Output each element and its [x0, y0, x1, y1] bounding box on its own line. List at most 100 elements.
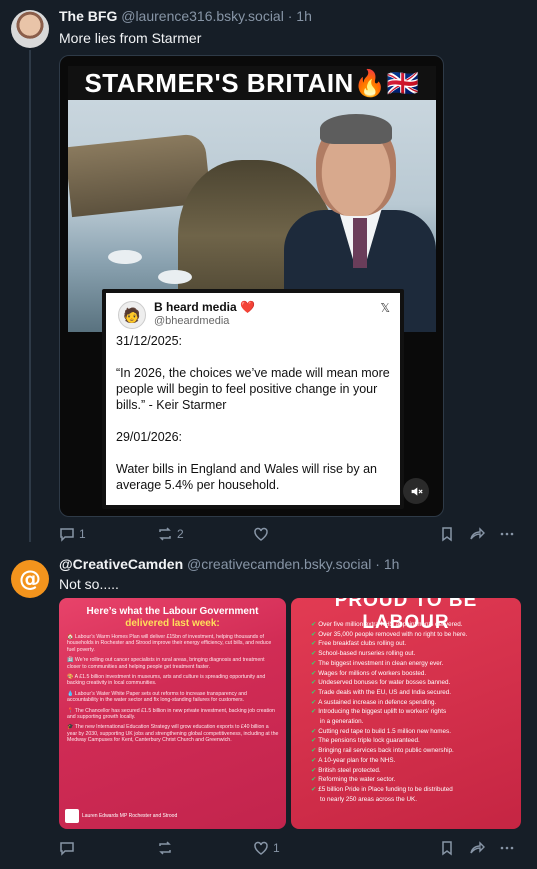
reply-button[interactable]: 1 [59, 526, 86, 542]
check-icon: ✔ [311, 776, 317, 784]
list-item: in a generation. [311, 717, 517, 727]
like-button[interactable] [253, 526, 273, 542]
x-logo-icon: 𝕏 [380, 301, 390, 315]
post-text: Not so..... [59, 576, 119, 592]
title-line-1: Here’s what the Labour Government [86, 606, 259, 617]
reply-icon [60, 842, 74, 856]
heart-icon [254, 527, 268, 541]
repost-count: 2 [177, 527, 184, 541]
separator-dot: · [375, 556, 380, 572]
quoted-tweet-card: 🧑 B heard media ❤️ @bheardmedia 𝕏 31/12/… [102, 289, 404, 509]
repost-icon [159, 841, 171, 855]
quote-text-1: “In 2026, the choices we’ve made will me… [116, 366, 390, 412]
list-item-text: Over 35,000 people removed with no right… [318, 630, 468, 638]
separator-dot: · [287, 8, 293, 24]
list-item: 📍 The Chancellor has secured £1.5 billio… [67, 707, 275, 721]
post-text: More lies from Starmer [59, 30, 202, 46]
list-item-text: School-based nurseries rolling out. [318, 650, 416, 658]
image-right-list: ✔ Over five million extra NHS appointment… [311, 620, 517, 804]
list-item: ✔ Wages for millions of workers boosted. [311, 669, 517, 679]
list-item-text: in a generation. [320, 718, 364, 726]
quote-text-2: Water bills in England and Wales will ri… [116, 462, 377, 492]
check-icon: ✔ [311, 698, 317, 706]
list-item-text: Cutting red tape to build 1.5 million ne… [318, 727, 451, 735]
person-tie [353, 218, 367, 268]
check-icon: ✔ [311, 708, 317, 716]
list-item: ✔ A sustained increase in defence spendin… [311, 698, 517, 708]
author-handle[interactable]: @laurence316.bsky.social [121, 8, 284, 24]
post-bfg: The BFG @laurence316.bsky.social · 1h Mo… [0, 0, 537, 545]
gull-shape [158, 270, 192, 284]
list-item: ✔ The pensions triple lock guaranteed. [311, 736, 517, 746]
quote-date-1: 31/12/2025: [116, 334, 183, 348]
author-name[interactable]: The BFG [59, 8, 117, 24]
share-button[interactable] [469, 526, 485, 542]
check-icon: ✔ [311, 727, 317, 735]
post-image[interactable]: STARMER'S BRITAIN🔥🇬🇧 🧑 B heard media ❤️ … [59, 55, 444, 517]
post-image-left[interactable]: Here’s what the Labour Government delive… [59, 598, 286, 829]
list-item-text: Free breakfast clubs rolling out. [318, 640, 407, 648]
check-icon: ✔ [311, 640, 317, 648]
list-item: 🏥 We’re rolling out cancer specialists i… [67, 657, 265, 670]
labour-rose-logo [65, 809, 79, 823]
list-item: 🎓 The new International Education Strate… [67, 724, 279, 744]
repost-button[interactable] [157, 840, 177, 856]
mute-button[interactable] [403, 478, 429, 504]
more-options-button[interactable] [499, 840, 515, 856]
check-icon: ✔ [311, 737, 317, 745]
author-name[interactable]: @CreativeCamden [59, 556, 183, 572]
list-item-text: British steel protected. [318, 766, 381, 774]
person-hair [320, 114, 392, 144]
quote-body: 31/12/2025: “In 2026, the choices we’ve … [116, 333, 398, 509]
quote-name: B heard media ❤️ [154, 300, 255, 314]
at-sign-icon: @ [19, 566, 41, 592]
list-item-text: Trade deals with the EU, US and India se… [318, 688, 452, 696]
avatar[interactable] [11, 10, 49, 48]
list-item: ✔ School-based nurseries rolling out. [311, 649, 517, 659]
post-time[interactable]: 1h [296, 8, 312, 24]
like-button[interactable]: 1 [253, 840, 280, 856]
list-item-text: Undeserved bonuses for water bosses bann… [318, 679, 451, 687]
heart-icon: ❤️ [240, 300, 255, 314]
list-item: ✔ Bringing rail services back into public… [311, 746, 517, 756]
list-item-text: to nearly 250 areas across the UK. [320, 795, 417, 803]
bookmark-button[interactable] [439, 840, 455, 856]
share-icon [470, 527, 485, 540]
heart-icon [254, 841, 268, 855]
list-item-text: A 10-year plan for the NHS. [318, 756, 396, 764]
reply-button[interactable] [59, 840, 79, 856]
post-time[interactable]: 1h [384, 556, 400, 572]
reply-count: 1 [79, 527, 86, 541]
list-item: ✔ Cutting red tape to build 1.5 million n… [311, 727, 517, 737]
list-item: ✔ Trade deals with the EU, US and India s… [311, 688, 517, 698]
list-item-text: Bringing rail services back into public … [318, 747, 454, 755]
check-icon: ✔ [311, 766, 317, 774]
bookmark-button[interactable] [439, 526, 455, 542]
list-item-text: A sustained increase in defence spending… [318, 698, 437, 706]
ellipsis-icon [500, 846, 514, 850]
list-item-text: £5 billion Pride in Place funding to be … [318, 785, 453, 793]
check-icon: ✔ [311, 659, 317, 667]
quote-handle: @bheardmedia [154, 315, 230, 327]
check-icon: ✔ [311, 785, 317, 793]
share-button[interactable] [469, 840, 485, 856]
check-icon: ✔ [311, 747, 317, 755]
ellipsis-icon [500, 532, 514, 536]
more-options-button[interactable] [499, 526, 515, 542]
image-left-list: 🏠 Labour’s Warm Homes Plan will deliver … [67, 634, 279, 748]
quote-avatar: 🧑 [118, 301, 146, 329]
quote-date-2: 29/01/2026: [116, 430, 183, 444]
quote-name-text: B heard media [154, 300, 237, 314]
post-header: @CreativeCamden @creativecamden.bsky.soc… [59, 556, 399, 572]
list-item: 🏠 Labour’s Warm Homes Plan will deliver … [67, 634, 272, 653]
post-actions: 1 2 [59, 526, 519, 546]
footer-text: Lauren Edwards MP Rochester and Strood [82, 813, 178, 819]
image-banner: STARMER'S BRITAIN🔥🇬🇧 [68, 66, 436, 100]
post-image-right[interactable]: PROUD TO BE LABOUR ✔ Over five million ex… [291, 598, 521, 829]
list-item: ✔ Over five million extra NHS appointment… [311, 620, 517, 630]
repost-button[interactable]: 2 [157, 526, 184, 542]
author-handle[interactable]: @creativecamden.bsky.social [187, 556, 371, 572]
avatar[interactable]: @ [11, 560, 49, 598]
list-item-text: The biggest investment in clean energy e… [318, 659, 444, 667]
list-item: ✔ £5 billion Pride in Place funding to be… [311, 785, 517, 795]
